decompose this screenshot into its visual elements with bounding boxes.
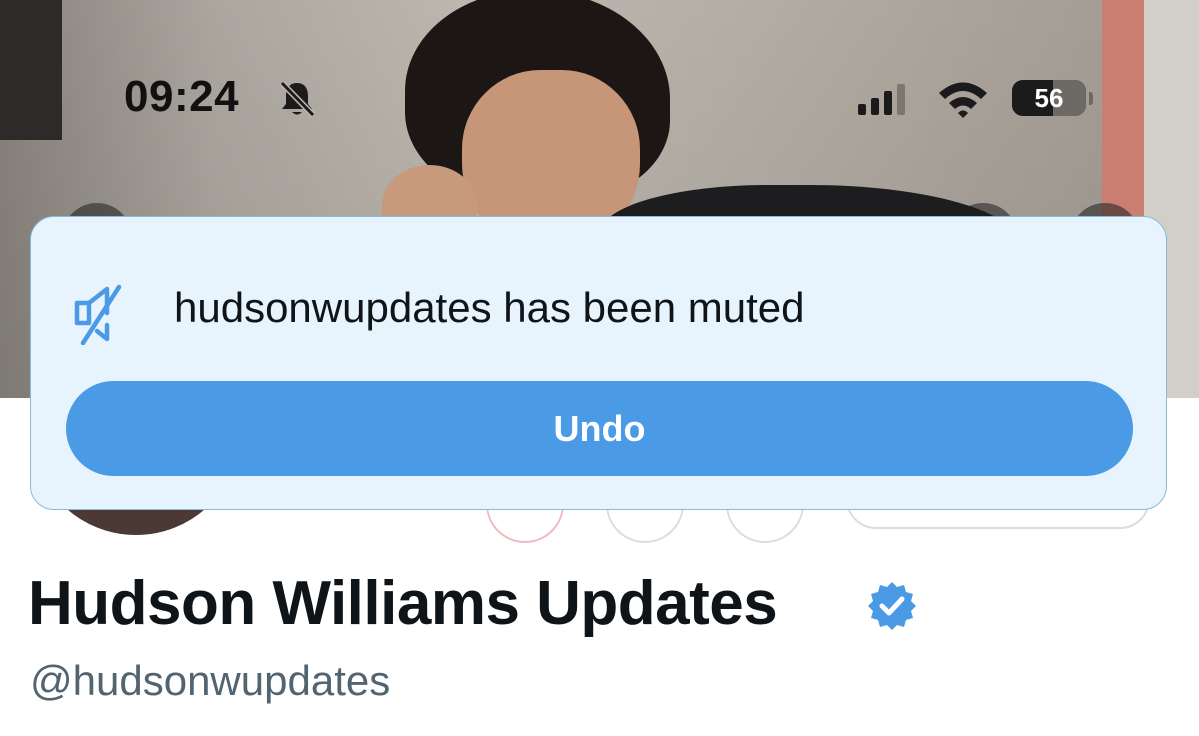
profile-display-name: Hudson Williams Updates [28, 569, 778, 638]
battery-tip [1089, 92, 1093, 105]
banner-shape [1102, 0, 1144, 230]
bell-slash-icon [279, 80, 316, 118]
mute-icon [74, 284, 122, 345]
verified-badge-icon [868, 582, 916, 630]
undo-button[interactable]: Undo [66, 381, 1133, 476]
status-time: 09:24 [124, 72, 240, 121]
cellular-signal-icon [858, 84, 905, 115]
wifi-icon [939, 82, 987, 118]
battery-icon: 56 [1012, 80, 1086, 116]
mute-toast: hudsonwupdates has been muted Undo [30, 216, 1167, 510]
battery-percent: 56 [1034, 83, 1064, 113]
profile-handle: @hudsonwupdates [30, 657, 391, 704]
banner-shape [0, 0, 62, 140]
toast-message: hudsonwupdates has been muted [174, 284, 805, 331]
